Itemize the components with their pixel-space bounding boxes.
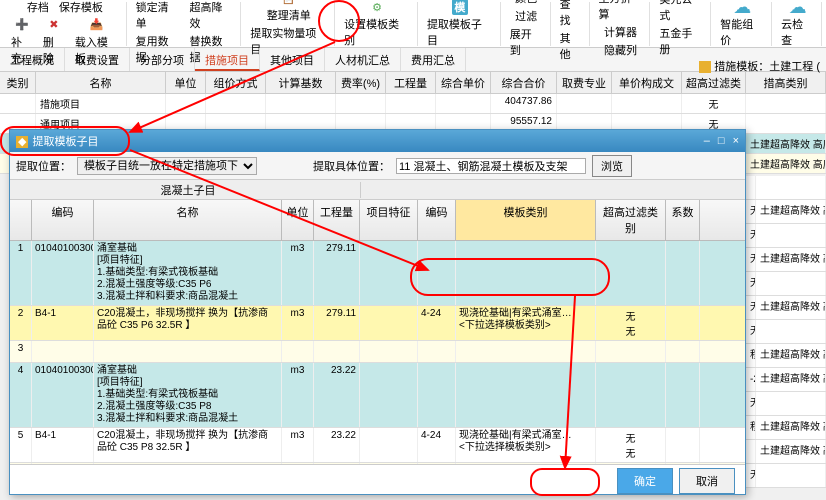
extract-dialog: ◆ 提取模板子目 ‒ □ × 提取位置： 模板子目统一放在特定措施项下 提取具体位… — [9, 129, 746, 495]
close-icon[interactable]: × — [733, 135, 739, 147]
dialog-title: 提取模板子目 — [32, 136, 98, 148]
calc-btn[interactable]: 计算器 — [601, 23, 640, 41]
lib-btn[interactable]: ⬆超高降效 — [187, 0, 237, 32]
dlg-row[interactable]: 3 — [10, 341, 745, 363]
template-indicator: 措施模板：土建工程 ( — [699, 58, 820, 74]
browse-btn[interactable]: 浏览 — [592, 155, 632, 177]
dialog-grid-header: 编码 名称 单位 工程量 项目特征 编码 模板类别 超高过滤类别 系数 — [10, 200, 745, 241]
tab-cost[interactable]: 费用汇总 — [401, 48, 466, 71]
cancel-button[interactable]: 取消 — [679, 468, 735, 494]
ctrl-btn[interactable]: 📋整理清单 — [264, 0, 314, 24]
dialog-toolbar: 提取位置： 模板子目统一放在特定措施项下 提取具体位置： 浏览 — [10, 152, 745, 180]
bg-right-row: 无土建超高降效 高度 90m以内(26 — [746, 200, 826, 224]
dlg-row[interactable]: 5B4-1C20混凝土，非现场搅拌 换为【抗渗商品砼 C35 P8 32.5R … — [10, 428, 745, 463]
bg-right-row: 无土建超高降效 高度 90m以内(26 — [746, 248, 826, 272]
bg-right-row: 无 — [746, 392, 826, 416]
dialog-titlebar[interactable]: ◆ 提取模板子目 ‒ □ × — [10, 130, 745, 152]
minimize-icon[interactable]: ‒ — [704, 135, 710, 147]
bg-right-row: 无 — [746, 272, 826, 296]
ok-button[interactable]: 确定 — [617, 468, 673, 494]
fee-btn[interactable]: 五金手册 — [656, 24, 706, 58]
bg-grid-header: 类别 名称 单位 组价方式 计算基数 费率(%) 工程量 综合单价 综合合价 取… — [0, 72, 826, 94]
filter-btn[interactable]: 过滤 — [512, 7, 540, 25]
sel-pos[interactable]: 模板子目统一放在特定措施项下 — [77, 157, 257, 175]
bg-right-row: 无 — [746, 464, 826, 488]
jump-btn[interactable]: ☁智能组价 — [717, 0, 767, 49]
tab-other[interactable]: 其他项目 — [260, 48, 325, 71]
setpos-btn[interactable]: ⚙设置模板类别 — [341, 0, 413, 49]
tab-measure[interactable]: 措施项目 — [195, 48, 260, 71]
dialog-icon: ◆ — [16, 136, 28, 148]
bg-right-row: 程… 无土建超高降效 高度 90m以内(26 — [746, 344, 826, 368]
dlg-row[interactable]: 2B4-1C20混凝土，非现场搅拌 换为【抗渗商品砼 C35 P6 32.5R … — [10, 306, 745, 341]
body-input[interactable] — [396, 158, 586, 174]
lbl-body: 提取具体位置： — [313, 158, 390, 174]
bg-right-row: 无 — [746, 224, 826, 248]
earth-btn[interactable]: 土方折算 — [596, 0, 646, 23]
tab-overview[interactable]: 工程概况 — [0, 48, 65, 71]
hidecol-btn[interactable]: 隐藏列 — [601, 41, 640, 59]
compose-btn[interactable]: 展开到 — [507, 25, 546, 59]
extract-btn[interactable]: 模提取模板子目 — [424, 0, 496, 49]
cloud-btn[interactable]: ☁云检查 — [778, 0, 817, 49]
ribbon: 💾存档 📄保存模板 ➕补充 ✖删除 📥载入模板 🔒锁定清单 ⬆超高降效 复用数据… — [0, 0, 826, 48]
bg-right-row: 程… 无土建超高降效 高度 90m以内(26 — [746, 416, 826, 440]
bg-right-strip: 无土建超高降效 高度 90m以内(26无无土建超高降效 高度 90m以内(26无… — [746, 176, 826, 488]
lbl-pos: 提取位置： — [16, 158, 71, 174]
tab-parts[interactable]: 分部分项 — [130, 48, 195, 71]
bg-right-row: -29 无土建超高降效 高度 90m以内(26 — [746, 368, 826, 392]
savetpl-btn[interactable]: 📄保存模板 — [56, 0, 106, 16]
lockqty-btn[interactable]: 🔒锁定清单 — [133, 0, 183, 32]
template-icon — [699, 61, 711, 73]
bg-right-row: 无 — [746, 320, 826, 344]
find-btn[interactable]: 🔍查找 — [557, 0, 585, 29]
bg-right-row: 无土建超高降效 高度 90m以内(26 — [746, 296, 826, 320]
dialog-grid[interactable]: 编码 名称 单位 工程量 项目特征 编码 模板类别 超高过滤类别 系数 1010… — [10, 200, 745, 464]
usd-btn[interactable]: 美元公式 — [656, 0, 706, 24]
bg-row[interactable]: 措施项目404737.86无 — [0, 94, 826, 114]
maximize-icon[interactable]: □ — [718, 135, 725, 147]
dlg-row[interactable]: 4010401003002涌室基础[项目特征]1.基础类型:有梁式筏板基础2.混… — [10, 363, 745, 428]
tab-mat[interactable]: 人材机汇总 — [325, 48, 401, 71]
dlg-row[interactable]: 6 — [10, 463, 745, 464]
tab-fee[interactable]: 取费设置 — [65, 48, 130, 71]
other-btn[interactable]: 其他 — [557, 29, 585, 63]
dlg-row[interactable]: 1010401003001涌室基础[项目特征]1.基础类型:有梁式筏板基础2.混… — [10, 241, 745, 306]
group-concrete: 混凝土子目 — [16, 182, 361, 198]
dialog-footer: 确定 取消 — [10, 464, 745, 496]
save-btn[interactable]: 💾存档 — [24, 0, 52, 16]
bg-right-row: 土建超高降效 高度 90m以内(26 — [746, 440, 826, 464]
bg-right-row — [746, 176, 826, 200]
